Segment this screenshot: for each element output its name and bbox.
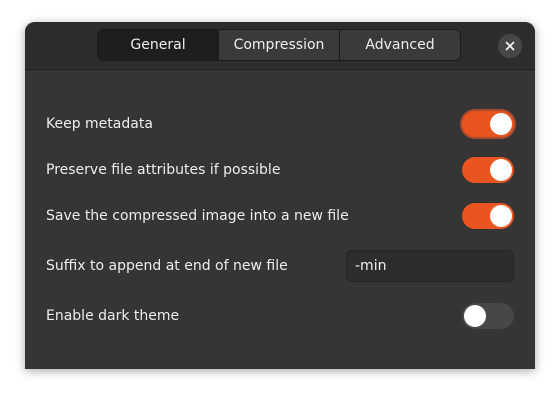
setting-row-suffix: Suffix to append at end of new file [46,250,514,282]
tab-advanced[interactable]: Advanced [340,30,460,60]
general-settings: Keep metadata Preserve file attributes i… [25,70,535,369]
switch-knob [490,113,512,135]
setting-row-save-new-file: Save the compressed image into a new fil… [46,200,514,232]
switch-knob [490,205,512,227]
close-button[interactable] [498,34,522,58]
preferences-window: General Compression Advanced Keep metada… [25,22,535,369]
headerbar: General Compression Advanced [25,22,535,70]
close-icon [505,41,515,51]
view-switcher: General Compression Advanced [97,29,461,61]
setting-row-preserve-attributes: Preserve file attributes if possible [46,154,514,186]
save-new-file-label: Save the compressed image into a new fil… [46,208,349,224]
preserve-attributes-switch[interactable] [462,157,514,183]
tab-general[interactable]: General [98,30,219,60]
switch-knob [490,159,512,181]
save-new-file-switch[interactable] [462,203,514,229]
preserve-attributes-label: Preserve file attributes if possible [46,162,281,178]
keep-metadata-switch[interactable] [462,111,514,137]
dark-theme-label: Enable dark theme [46,308,180,324]
tab-compression[interactable]: Compression [219,30,340,60]
setting-row-dark-theme: Enable dark theme [46,300,514,332]
switch-knob [464,305,486,327]
suffix-input[interactable] [346,250,514,282]
suffix-label: Suffix to append at end of new file [46,258,288,274]
keep-metadata-label: Keep metadata [46,116,153,132]
dark-theme-switch[interactable] [462,303,514,329]
setting-row-keep-metadata: Keep metadata [46,108,514,140]
